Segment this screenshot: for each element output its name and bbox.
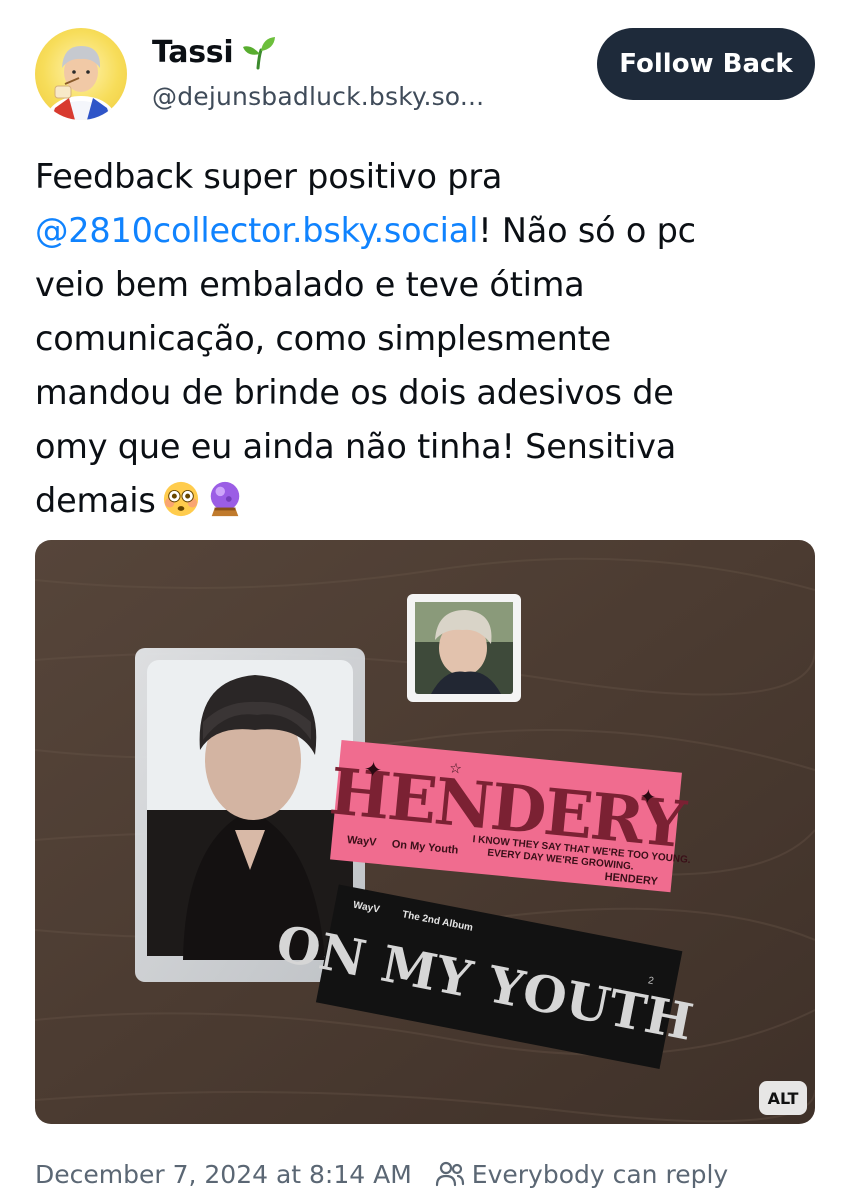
post-timestamp[interactable]: December 7, 2024 at 8:14 AM (35, 1160, 412, 1189)
alt-text-button[interactable]: ALT (759, 1081, 807, 1115)
post-text-line: @2810collector.bsky.social! Não só o pc (35, 204, 825, 258)
reply-setting[interactable]: Everybody can reply (472, 1160, 728, 1189)
svg-text:☆: ☆ (449, 760, 463, 777)
author-display-name[interactable]: Tassi (152, 35, 234, 70)
flushed-face-icon (162, 480, 200, 518)
mention-link[interactable]: @2810collector.bsky.social (35, 211, 478, 250)
svg-text:✦: ✦ (363, 757, 384, 784)
post-text-line: mandou de brinde os dois adesivos de (35, 373, 674, 412)
post-text-segment: demais (35, 481, 156, 520)
post-text-line: omy que eu ainda não tinha! Sensitiva (35, 427, 677, 466)
seedling-icon (241, 34, 277, 70)
author-name-row[interactable]: Tassi (152, 34, 277, 70)
photo-sticker (407, 594, 521, 702)
people-icon (434, 1158, 466, 1190)
post-text-line: comunicação, como simplesmente (35, 319, 611, 358)
post-text-line: demais (35, 474, 825, 528)
post-text-line: veio bem embalado e teve ótima (35, 265, 585, 304)
post-footer: December 7, 2024 at 8:14 AM Everybody ca… (35, 1158, 728, 1190)
crystal-ball-icon (206, 480, 244, 518)
post-image[interactable]: HENDERY WayV On My Youth I KNOW THEY SAY… (35, 540, 815, 1124)
author-handle[interactable]: @dejunsbadluck.bsky.so... (152, 82, 484, 111)
svg-text:✦: ✦ (638, 784, 657, 809)
author-avatar[interactable] (35, 28, 127, 120)
post-text-segment: ! Não só o pc (478, 211, 696, 250)
post-text-line: Feedback super positivo pra (35, 157, 503, 196)
post-text: Feedback super positivo pra @2810collect… (35, 150, 825, 528)
follow-back-button[interactable]: Follow Back (597, 28, 815, 100)
